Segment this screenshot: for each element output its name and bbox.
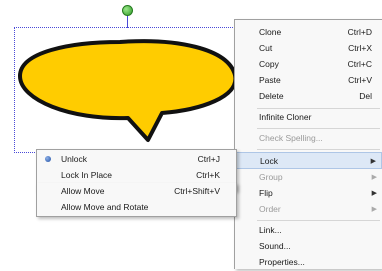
shortcut-label: Ctrl+X [348, 43, 372, 53]
menu-item-label: Link... [259, 225, 282, 235]
context-menu: Clone Ctrl+D Cut Ctrl+X Copy Ctrl+C Paste Ct… [234, 19, 382, 269]
menu-item-cut[interactable]: Cut Ctrl+X [235, 40, 382, 57]
menu-item-check-spelling: Check Spelling... [235, 130, 382, 147]
menu-item-lock[interactable]: Lock ▶ [235, 152, 382, 169]
menu-item-copy[interactable]: Copy Ctrl+C [235, 56, 382, 73]
submenu-arrow-icon: ▶ [371, 174, 377, 181]
submenu-item-allow-move-rotate[interactable]: Allow Move and Rotate [37, 199, 236, 215]
menu-item-order: Order ▶ [235, 201, 382, 218]
menu-separator [257, 220, 380, 221]
submenu-arrow-icon: ▶ [370, 158, 376, 165]
menu-separator [257, 128, 380, 129]
menu-item-properties[interactable]: Properties... [235, 254, 382, 271]
submenu-item-label: Lock In Place [61, 170, 113, 180]
shortcut-label: Ctrl+D [347, 27, 372, 37]
menu-item-label: Flip [259, 188, 273, 198]
shortcut-label: Ctrl+C [347, 59, 372, 69]
menu-item-group: Group ▶ [235, 169, 382, 186]
submenu-item-label: Allow Move and Rotate [61, 202, 149, 212]
menu-item-paste[interactable]: Paste Ctrl+V [235, 72, 382, 89]
submenu-item-label: Allow Move [61, 186, 105, 196]
submenu-item-unlock[interactable]: Unlock Ctrl+J [37, 151, 236, 167]
menu-item-flip[interactable]: Flip ▶ [235, 185, 382, 202]
shortcut-label: Ctrl+Shift+V [174, 186, 220, 196]
menu-item-infinite-cloner[interactable]: Infinite Cloner [235, 109, 382, 126]
menu-item-label: Lock [260, 156, 278, 166]
shortcut-label: Del [359, 91, 372, 101]
submenu-arrow-icon: ▶ [371, 206, 377, 213]
menu-item-label: Infinite Cloner [259, 112, 312, 122]
radio-selected-icon [45, 156, 51, 162]
submenu-item-allow-move[interactable]: Allow Move Ctrl+Shift+V [37, 183, 236, 199]
menu-item-label: Clone [259, 27, 282, 37]
menu-item-label: Check Spelling... [259, 133, 323, 143]
menu-item-label: Group [259, 172, 283, 182]
menu-separator [257, 149, 380, 150]
menu-item-delete[interactable]: Delete Del [235, 88, 382, 105]
shortcut-label: Ctrl+V [348, 75, 372, 85]
submenu-arrow-icon: ▶ [371, 190, 377, 197]
menu-item-label: Order [259, 204, 281, 214]
menu-item-link[interactable]: Link... [235, 222, 382, 239]
menu-item-label: Sound... [259, 241, 291, 251]
menu-item-label: Delete [259, 91, 284, 101]
menu-item-clone[interactable]: Clone Ctrl+D [235, 24, 382, 41]
menu-item-sound[interactable]: Sound... [235, 238, 382, 255]
submenu-item-lock-in-place[interactable]: Lock In Place Ctrl+K [37, 167, 236, 183]
lock-submenu-lower: Allow Move Ctrl+Shift+V Allow Move and Ro… [36, 183, 237, 217]
menu-item-label: Cut [259, 43, 273, 53]
menu-item-label: Paste [259, 75, 281, 85]
menu-item-label: Copy [259, 59, 279, 69]
submenu-item-label: Unlock [61, 154, 87, 164]
shortcut-label: Ctrl+K [196, 170, 220, 180]
shortcut-label: Ctrl+J [197, 154, 220, 164]
menu-item-label: Properties... [259, 257, 305, 267]
